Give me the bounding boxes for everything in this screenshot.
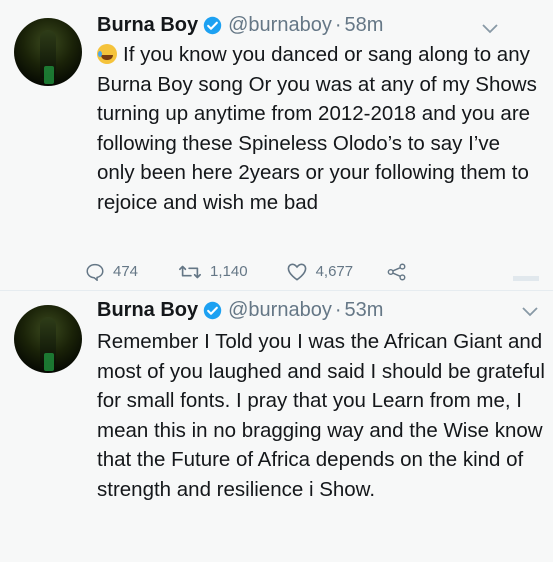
tweet-body: Remember I Told you I was the African Gi… <box>97 330 545 501</box>
tweet-header: Burna Boy @burnaboy · 58m <box>97 14 383 37</box>
reply-icon <box>86 263 104 281</box>
reply-button[interactable]: 474 <box>85 263 138 281</box>
scroll-indicator <box>513 276 539 281</box>
tweet-header: Burna Boy @burnaboy · 53m <box>97 299 383 322</box>
retweet-button[interactable]: 1,140 <box>178 263 248 281</box>
separator: · <box>334 14 342 36</box>
avatar[interactable] <box>14 18 82 86</box>
chevron-down-icon[interactable] <box>522 307 538 317</box>
retweet-icon <box>179 265 202 278</box>
heart-icon <box>287 263 306 281</box>
avatar[interactable] <box>14 305 82 373</box>
like-count: 4,677 <box>315 263 354 280</box>
separator: · <box>334 299 342 321</box>
tweet-body: If you know you danced or sang along to … <box>97 43 537 214</box>
chevron-down-icon[interactable] <box>482 24 498 34</box>
verified-badge-icon <box>203 16 222 35</box>
tweet-actions: 474 1,140 4,677 <box>85 262 451 281</box>
tweet-2[interactable]: Burna Boy @burnaboy · 53m Remember I Tol… <box>0 291 553 562</box>
share-icon <box>387 263 406 280</box>
timestamp[interactable]: 53m <box>345 299 384 322</box>
retweet-count: 1,140 <box>210 263 248 280</box>
display-name[interactable]: Burna Boy <box>97 14 198 37</box>
handle[interactable]: @burnaboy <box>228 299 332 322</box>
reply-count: 474 <box>113 263 139 280</box>
verified-badge-icon <box>203 301 222 320</box>
laughing-tears-emoji-icon <box>97 44 117 64</box>
tweet-text: Remember I Told you I was the African Gi… <box>97 327 545 504</box>
tweet-1[interactable]: Burna Boy @burnaboy · 58m If you know yo… <box>0 0 553 290</box>
share-button[interactable] <box>387 263 415 281</box>
tweet-text: If you know you danced or sang along to … <box>97 40 537 217</box>
handle[interactable]: @burnaboy <box>228 14 332 37</box>
timestamp[interactable]: 58m <box>345 14 384 37</box>
like-button[interactable]: 4,677 <box>286 262 354 281</box>
display-name[interactable]: Burna Boy <box>97 299 198 322</box>
